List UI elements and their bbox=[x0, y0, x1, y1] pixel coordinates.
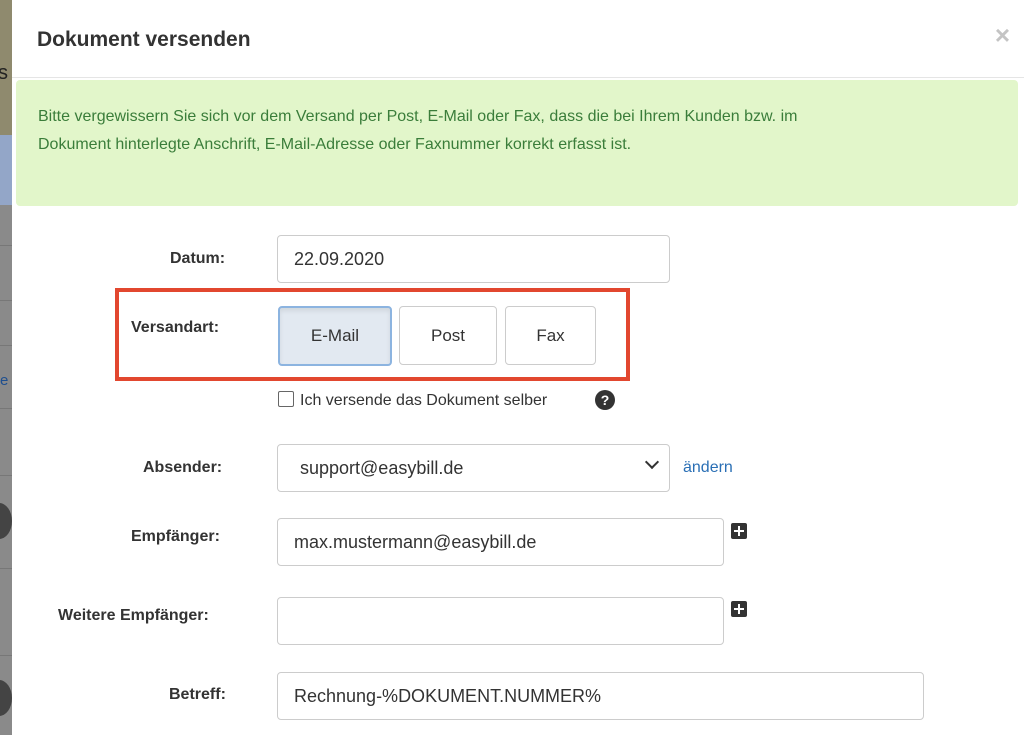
versandart-email-button[interactable]: E-Mail bbox=[278, 306, 392, 366]
empfaenger-field[interactable]: max.mustermann@easybill.de bbox=[277, 518, 724, 566]
modal-header: Dokument versenden × bbox=[12, 0, 1024, 78]
betreff-value: Rechnung-%DOKUMENT.NUMMER% bbox=[294, 685, 602, 706]
self-send-checkbox[interactable] bbox=[278, 391, 294, 407]
versandart-email-label: E-Mail bbox=[310, 326, 360, 345]
absender-value: support@easybill.de bbox=[300, 457, 464, 478]
add-recipient-icon[interactable] bbox=[731, 523, 747, 539]
versandart-post-button[interactable]: Post bbox=[399, 306, 497, 365]
betreff-label: Betreff: bbox=[169, 686, 226, 703]
weitere-empfaenger-label: Weitere Empfänger: bbox=[58, 607, 209, 624]
datum-field[interactable]: 22.09.2020 bbox=[277, 235, 670, 283]
alert-text: Bitte vergewissern Sie sich vor dem Vers… bbox=[38, 108, 798, 153]
self-send-label[interactable]: Ich versende das Dokument selber bbox=[300, 392, 547, 410]
empfaenger-value: max.mustermann@easybill.de bbox=[294, 531, 537, 552]
datum-value: 22.09.2020 bbox=[294, 248, 385, 269]
versandart-label: Versandart: bbox=[131, 319, 220, 336]
send-document-modal: Dokument versenden × Bitte vergewissern … bbox=[12, 0, 1024, 735]
weitere-empfaenger-field[interactable] bbox=[277, 597, 724, 645]
empfaenger-label: Empfänger: bbox=[131, 528, 220, 545]
background-link-text: e bbox=[0, 372, 9, 389]
versandart-fax-button[interactable]: Fax bbox=[505, 306, 596, 365]
betreff-field[interactable]: Rechnung-%DOKUMENT.NUMMER% bbox=[277, 672, 924, 720]
help-icon[interactable]: ? bbox=[595, 390, 615, 410]
change-sender-link[interactable]: ändern bbox=[683, 459, 733, 477]
absender-select[interactable]: support@easybill.de bbox=[277, 444, 670, 492]
chevron-down-icon bbox=[644, 454, 660, 470]
versandart-post-label: Post bbox=[430, 325, 466, 345]
modal-title: Dokument versenden bbox=[37, 28, 251, 51]
add-cc-recipient-icon[interactable] bbox=[731, 601, 747, 617]
close-icon[interactable]: × bbox=[995, 22, 1010, 48]
datum-label: Datum: bbox=[170, 250, 226, 267]
versandart-fax-label: Fax bbox=[536, 325, 565, 345]
background-text: s bbox=[0, 62, 8, 84]
info-alert: Bitte vergewissern Sie sich vor dem Vers… bbox=[16, 80, 1018, 206]
absender-label: Absender: bbox=[143, 459, 223, 476]
